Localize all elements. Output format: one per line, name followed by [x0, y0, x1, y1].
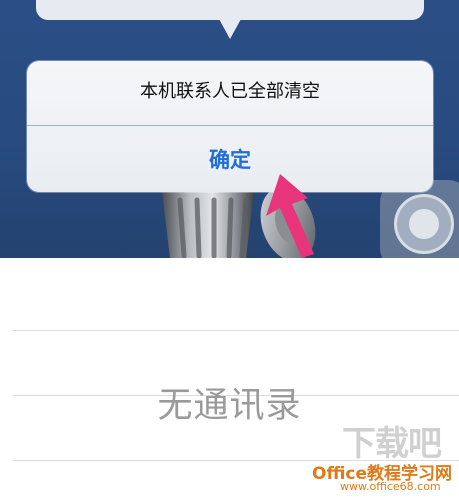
assistive-touch-ring	[394, 194, 454, 254]
speech-bubble	[36, 0, 424, 20]
watermark-logo: 下载吧	[342, 424, 442, 464]
alert-message: 本机联系人已全部清空	[140, 81, 320, 102]
list-divider	[13, 330, 459, 331]
speech-bubble-tail	[219, 19, 241, 39]
watermark-url: www.office68.com	[340, 480, 441, 493]
alert-dialog: 本机联系人已全部清空 确定	[27, 61, 433, 192]
assistive-touch-core	[409, 209, 439, 239]
pointer-arrow-icon	[266, 174, 314, 258]
confirm-button[interactable]: 确定	[27, 126, 433, 192]
